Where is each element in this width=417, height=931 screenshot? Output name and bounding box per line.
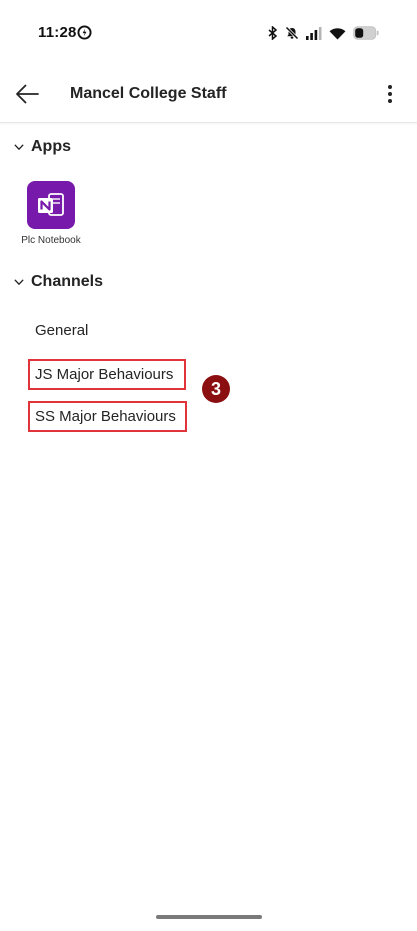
chevron-down-icon	[14, 279, 24, 285]
chevron-down-icon	[14, 144, 24, 150]
app-tile-plc-notebook[interactable]: Plc Notebook	[18, 181, 84, 246]
channel-item-ss-major-behaviours[interactable]: SS Major Behaviours	[35, 408, 176, 425]
step-number-badge: 3	[202, 375, 230, 403]
apps-section-label: Apps	[31, 138, 71, 155]
bluetooth-icon	[268, 26, 278, 40]
status-bar: 11:28	[0, 0, 417, 64]
wifi-icon	[329, 27, 346, 39]
channel-item-js-major-behaviours[interactable]: JS Major Behaviours	[35, 366, 173, 383]
arrow-left-icon	[16, 84, 39, 104]
onenote-icon	[27, 181, 75, 229]
signal-icon	[306, 26, 322, 40]
page-title: Mancel College Staff	[70, 85, 227, 102]
channels-section-label: Channels	[31, 273, 104, 290]
more-vertical-icon	[388, 85, 392, 103]
channels-section-header[interactable]: Channels	[14, 273, 103, 291]
home-indicator[interactable]	[156, 915, 262, 919]
status-time: 11:28	[38, 24, 77, 41]
apps-section-header[interactable]: Apps	[14, 138, 71, 156]
back-button[interactable]	[12, 79, 42, 109]
app-label: Plc Notebook	[21, 235, 81, 246]
channel-item-general[interactable]: General	[35, 322, 88, 339]
dnd-icon	[77, 25, 92, 40]
mute-icon	[285, 26, 299, 40]
status-icons	[268, 24, 379, 42]
more-options-button[interactable]	[377, 80, 403, 108]
app-bar: Mancel College Staff	[0, 64, 417, 123]
battery-icon	[353, 26, 379, 40]
